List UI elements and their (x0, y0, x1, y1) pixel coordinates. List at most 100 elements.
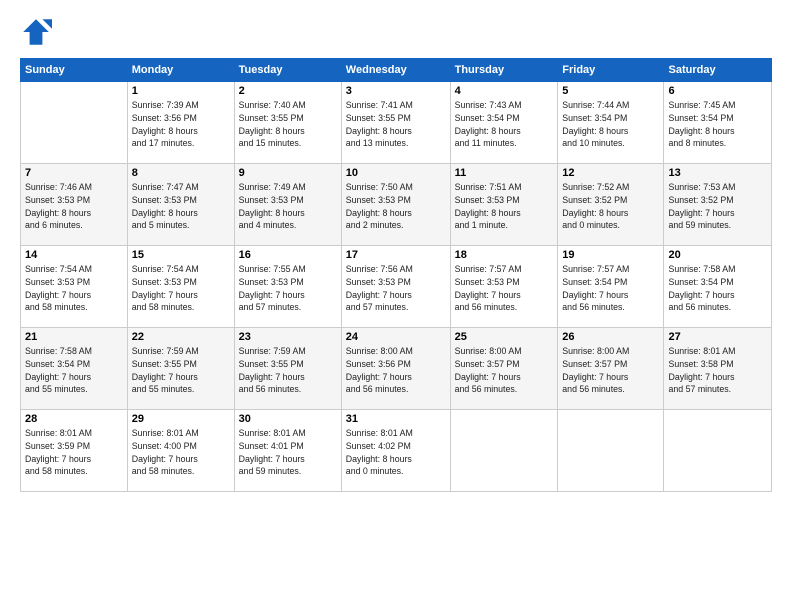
calendar-cell: 19 Sunrise: 7:57 AMSunset: 3:54 PMDayligh… (558, 246, 664, 328)
day-info: Sunrise: 7:43 AMSunset: 3:54 PMDaylight:… (455, 99, 554, 150)
calendar-cell: 2 Sunrise: 7:40 AMSunset: 3:55 PMDaylight… (234, 82, 341, 164)
day-info: Sunrise: 7:54 AMSunset: 3:53 PMDaylight:… (132, 263, 230, 314)
calendar-cell: 27 Sunrise: 8:01 AMSunset: 3:58 PMDayligh… (664, 328, 772, 410)
calendar-cell: 12 Sunrise: 7:52 AMSunset: 3:52 PMDayligh… (558, 164, 664, 246)
day-number: 10 (346, 167, 446, 179)
day-number: 3 (346, 85, 446, 97)
calendar-cell: 10 Sunrise: 7:50 AMSunset: 3:53 PMDayligh… (341, 164, 450, 246)
day-info: Sunrise: 8:01 AMSunset: 3:58 PMDaylight:… (668, 345, 767, 396)
week-row-3: 14 Sunrise: 7:54 AMSunset: 3:53 PMDayligh… (21, 246, 772, 328)
day-info: Sunrise: 7:51 AMSunset: 3:53 PMDaylight:… (455, 181, 554, 232)
day-info: Sunrise: 7:58 AMSunset: 3:54 PMDaylight:… (25, 345, 123, 396)
calendar-cell: 21 Sunrise: 7:58 AMSunset: 3:54 PMDayligh… (21, 328, 128, 410)
column-header-sunday: Sunday (21, 59, 128, 82)
day-number: 23 (239, 331, 337, 343)
day-info: Sunrise: 8:00 AMSunset: 3:56 PMDaylight:… (346, 345, 446, 396)
calendar-cell: 18 Sunrise: 7:57 AMSunset: 3:53 PMDayligh… (450, 246, 558, 328)
day-number: 5 (562, 85, 659, 97)
day-info: Sunrise: 7:55 AMSunset: 3:53 PMDaylight:… (239, 263, 337, 314)
day-number: 28 (25, 413, 123, 425)
week-row-4: 21 Sunrise: 7:58 AMSunset: 3:54 PMDayligh… (21, 328, 772, 410)
day-info: Sunrise: 7:50 AMSunset: 3:53 PMDaylight:… (346, 181, 446, 232)
column-header-tuesday: Tuesday (234, 59, 341, 82)
day-number: 4 (455, 85, 554, 97)
day-info: Sunrise: 7:53 AMSunset: 3:52 PMDaylight:… (668, 181, 767, 232)
day-number: 18 (455, 249, 554, 261)
column-header-saturday: Saturday (664, 59, 772, 82)
day-info: Sunrise: 7:39 AMSunset: 3:56 PMDaylight:… (132, 99, 230, 150)
day-number: 21 (25, 331, 123, 343)
day-number: 2 (239, 85, 337, 97)
day-info: Sunrise: 7:46 AMSunset: 3:53 PMDaylight:… (25, 181, 123, 232)
calendar-cell: 13Sunrise: 7:53 AMSunset: 3:52 PMDayligh… (664, 164, 772, 246)
day-info: Sunrise: 7:59 AMSunset: 3:55 PMDaylight:… (239, 345, 337, 396)
page: SundayMondayTuesdayWednesdayThursdayFrid… (0, 0, 792, 612)
day-info: Sunrise: 8:01 AMSunset: 4:02 PMDaylight:… (346, 427, 446, 478)
day-info: Sunrise: 7:45 AMSunset: 3:54 PMDaylight:… (668, 99, 767, 150)
day-number: 30 (239, 413, 337, 425)
calendar-cell (21, 82, 128, 164)
calendar-cell: 23 Sunrise: 7:59 AMSunset: 3:55 PMDayligh… (234, 328, 341, 410)
column-header-wednesday: Wednesday (341, 59, 450, 82)
calendar-cell: 31 Sunrise: 8:01 AMSunset: 4:02 PMDayligh… (341, 410, 450, 492)
calendar-cell: 8 Sunrise: 7:47 AMSunset: 3:53 PMDaylight… (127, 164, 234, 246)
day-info: Sunrise: 7:49 AMSunset: 3:53 PMDaylight:… (239, 181, 337, 232)
day-number: 17 (346, 249, 446, 261)
calendar-cell: 15 Sunrise: 7:54 AMSunset: 3:53 PMDayligh… (127, 246, 234, 328)
day-number: 15 (132, 249, 230, 261)
day-number: 9 (239, 167, 337, 179)
calendar-cell: 29 Sunrise: 8:01 AMSunset: 4:00 PMDayligh… (127, 410, 234, 492)
calendar-cell: 20 Sunrise: 7:58 AMSunset: 3:54 PMDayligh… (664, 246, 772, 328)
day-number: 25 (455, 331, 554, 343)
calendar-cell: 28 Sunrise: 8:01 AMSunset: 3:59 PMDayligh… (21, 410, 128, 492)
day-info: Sunrise: 7:44 AMSunset: 3:54 PMDaylight:… (562, 99, 659, 150)
day-info: Sunrise: 8:01 AMSunset: 4:00 PMDaylight:… (132, 427, 230, 478)
calendar-cell: 24 Sunrise: 8:00 AMSunset: 3:56 PMDayligh… (341, 328, 450, 410)
day-number: 26 (562, 331, 659, 343)
week-row-1: 1 Sunrise: 7:39 AMSunset: 3:56 PMDaylight… (21, 82, 772, 164)
day-info: Sunrise: 8:01 AMSunset: 3:59 PMDaylight:… (25, 427, 123, 478)
column-header-friday: Friday (558, 59, 664, 82)
day-info: Sunrise: 7:57 AMSunset: 3:53 PMDaylight:… (455, 263, 554, 314)
day-info: Sunrise: 7:41 AMSunset: 3:55 PMDaylight:… (346, 99, 446, 150)
day-number: 29 (132, 413, 230, 425)
day-number: 8 (132, 167, 230, 179)
week-row-5: 28 Sunrise: 8:01 AMSunset: 3:59 PMDayligh… (21, 410, 772, 492)
day-info: Sunrise: 8:00 AMSunset: 3:57 PMDaylight:… (562, 345, 659, 396)
day-info: Sunrise: 7:56 AMSunset: 3:53 PMDaylight:… (346, 263, 446, 314)
day-info: Sunrise: 7:59 AMSunset: 3:55 PMDaylight:… (132, 345, 230, 396)
day-number: 22 (132, 331, 230, 343)
calendar-cell: 4 Sunrise: 7:43 AMSunset: 3:54 PMDaylight… (450, 82, 558, 164)
day-number: 24 (346, 331, 446, 343)
calendar-cell: 1 Sunrise: 7:39 AMSunset: 3:56 PMDaylight… (127, 82, 234, 164)
calendar-cell: 16Sunrise: 7:55 AMSunset: 3:53 PMDayligh… (234, 246, 341, 328)
day-number: 12 (562, 167, 659, 179)
day-number: 11 (455, 167, 554, 179)
day-number: 19 (562, 249, 659, 261)
week-row-2: 7 Sunrise: 7:46 AMSunset: 3:53 PMDaylight… (21, 164, 772, 246)
calendar-cell (664, 410, 772, 492)
calendar-table: SundayMondayTuesdayWednesdayThursdayFrid… (20, 58, 772, 492)
day-number: 7 (25, 167, 123, 179)
header (20, 16, 772, 48)
calendar-cell: 22 Sunrise: 7:59 AMSunset: 3:55 PMDayligh… (127, 328, 234, 410)
calendar-cell: 26 Sunrise: 8:00 AMSunset: 3:57 PMDayligh… (558, 328, 664, 410)
calendar-cell (558, 410, 664, 492)
calendar-cell: 6 Sunrise: 7:45 AMSunset: 3:54 PMDaylight… (664, 82, 772, 164)
day-number: 31 (346, 413, 446, 425)
day-info: Sunrise: 7:58 AMSunset: 3:54 PMDaylight:… (668, 263, 767, 314)
day-info: Sunrise: 7:47 AMSunset: 3:53 PMDaylight:… (132, 181, 230, 232)
logo (20, 16, 56, 48)
day-info: Sunrise: 7:52 AMSunset: 3:52 PMDaylight:… (562, 181, 659, 232)
day-number: 20 (668, 249, 767, 261)
calendar-cell: 5 Sunrise: 7:44 AMSunset: 3:54 PMDaylight… (558, 82, 664, 164)
day-number: 6 (668, 85, 767, 97)
day-number: 14 (25, 249, 123, 261)
day-number: 27 (668, 331, 767, 343)
calendar-cell (450, 410, 558, 492)
day-info: Sunrise: 7:57 AMSunset: 3:54 PMDaylight:… (562, 263, 659, 314)
day-number: 1 (132, 85, 230, 97)
logo-icon (20, 16, 52, 48)
day-info: Sunrise: 7:40 AMSunset: 3:55 PMDaylight:… (239, 99, 337, 150)
calendar-cell: 7 Sunrise: 7:46 AMSunset: 3:53 PMDaylight… (21, 164, 128, 246)
